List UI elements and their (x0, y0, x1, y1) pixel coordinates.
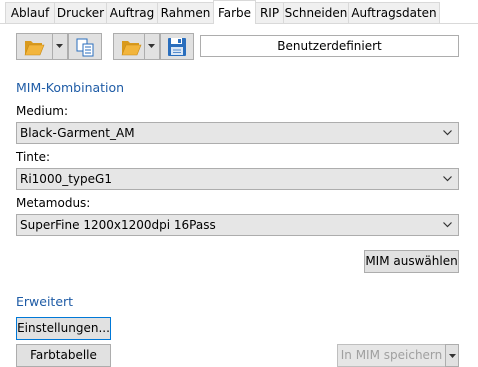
color-table-button[interactable]: Farbtabelle (16, 344, 111, 367)
save-button[interactable] (160, 33, 194, 60)
tab-rip[interactable]: RIP (255, 2, 284, 23)
ink-select[interactable]: Ri1000_typeG1 (16, 168, 459, 190)
metamode-select[interactable]: SuperFine 1200x1200dpi 16Pass (16, 214, 459, 236)
open-folder-icon (121, 41, 142, 56)
medium-select[interactable]: Black-Garment_AM (16, 122, 459, 144)
tab-auftragsdaten[interactable]: Auftragsdaten (348, 2, 440, 23)
tab-schneiden[interactable]: Schneiden (283, 2, 349, 23)
metamode-value: SuperFine 1200x1200dpi 16Pass (20, 218, 216, 232)
open-mim-split-button[interactable] (16, 33, 68, 60)
tab-farbe[interactable]: Farbe (213, 0, 256, 24)
medium-label: Medium: (16, 104, 69, 118)
chevron-down-icon (443, 222, 452, 228)
section-title-advanced: Erweitert (16, 294, 74, 309)
chevron-down-icon (449, 354, 456, 358)
open-file-dropdown[interactable] (144, 34, 159, 59)
preset-name-field[interactable]: Benutzerdefiniert (200, 35, 459, 57)
save-in-mim-button[interactable]: In MIM speichern (337, 344, 446, 367)
open-folder-icon (24, 41, 45, 56)
copy-files-icon (76, 38, 94, 57)
metamode-label: Metamodus: (16, 196, 91, 210)
save-disk-icon (168, 38, 186, 56)
open-file-split-button[interactable] (113, 33, 160, 60)
chevron-down-icon (56, 44, 63, 48)
ink-value: Ri1000_typeG1 (20, 172, 112, 186)
tab-auftrag[interactable]: Auftrag (106, 2, 158, 23)
tab-bar: Ablauf Drucker Auftrag Rahmen Farbe RIP … (0, 0, 478, 24)
ink-label: Tinte: (16, 150, 51, 164)
medium-value: Black-Garment_AM (20, 126, 135, 140)
settings-button[interactable]: Einstellungen... (16, 317, 111, 340)
save-in-mim-dropdown[interactable] (445, 344, 459, 367)
tab-rahmen[interactable]: Rahmen (157, 2, 214, 23)
chevron-down-icon (443, 130, 452, 136)
chevron-down-icon (443, 176, 452, 182)
select-mim-button[interactable]: MIM auswählen (364, 250, 459, 273)
chevron-down-icon (148, 44, 155, 48)
open-mim-dropdown[interactable] (52, 34, 67, 59)
tab-ablauf[interactable]: Ablauf (5, 2, 55, 23)
copy-button[interactable] (68, 33, 102, 60)
section-title-mim: MIM-Kombination (16, 80, 125, 95)
tab-drucker[interactable]: Drucker (54, 2, 107, 23)
